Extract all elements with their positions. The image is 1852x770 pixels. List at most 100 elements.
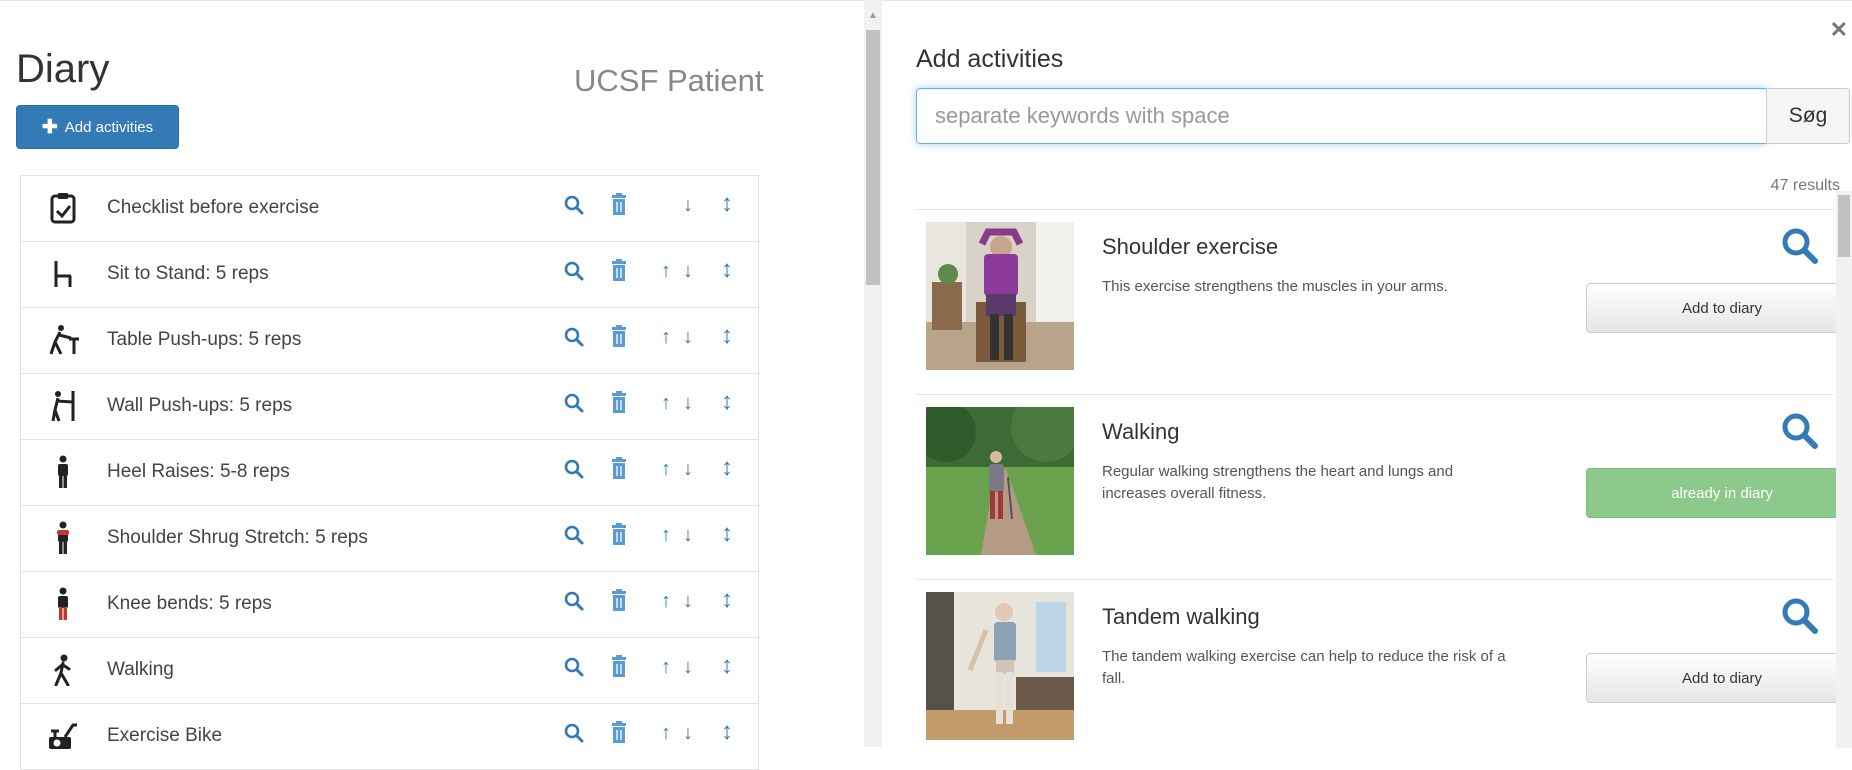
diary-item: Wall Push-ups: 5 reps ↑ ↓ ↕ [21,374,758,440]
chair-icon [45,256,81,292]
clipboard-icon [45,190,81,226]
move-up-icon[interactable]: ↑ [661,722,671,745]
search-icon[interactable] [563,326,585,353]
add-activities-modal: ✕ Add activities Søg 47 results Shoulder… [882,0,1852,748]
reorder-icon[interactable]: ↕ [721,586,733,614]
search-icon[interactable] [563,722,585,749]
result-description: This exercise strengthens the muscles in… [1102,278,1448,295]
trash-icon[interactable] [609,721,629,750]
move-down-icon[interactable]: ↓ [683,194,693,217]
search-icon[interactable] [563,458,585,485]
diary-item-label: Wall Push-ups: 5 reps [107,395,293,416]
search-icon[interactable] [563,590,585,617]
results-scrollbar[interactable] [1836,191,1852,748]
move-up-icon[interactable]: ↑ [661,524,671,547]
diary-item: Exercise Bike ↑ ↓ ↕ [21,704,758,770]
reorder-icon[interactable]: ↕ [721,652,733,680]
move-down-icon[interactable]: ↓ [683,524,693,547]
person-legs-icon [45,586,81,622]
person-icon [45,454,81,490]
move-up-icon[interactable]: ↑ [661,590,671,613]
search-icon[interactable] [563,524,585,551]
close-icon[interactable]: ✕ [1830,17,1848,43]
page-title: Diary [16,47,110,91]
search-icon[interactable] [563,260,585,287]
move-down-icon[interactable]: ↓ [683,656,693,679]
trash-icon[interactable] [609,193,629,222]
diary-item: Sit to Stand: 5 reps ↑ ↓ ↕ [21,242,758,308]
walking-icon [45,652,81,688]
exercise-photo [926,222,1074,370]
move-down-icon[interactable]: ↓ [683,590,693,613]
move-up-icon[interactable]: ↑ [661,656,671,679]
trash-icon[interactable] [609,655,629,684]
scrollbar-thumb[interactable] [866,30,880,285]
trash-icon[interactable] [609,259,629,288]
move-up-icon[interactable]: ↑ [661,260,671,283]
already-in-diary-button[interactable]: already in diary [1586,468,1852,518]
person-shoulder-icon [45,520,81,556]
search-icon[interactable] [563,392,585,419]
search-button[interactable]: Søg [1766,88,1850,144]
add-activities-button[interactable]: ✚ Add activities [16,105,179,149]
move-down-icon[interactable]: ↓ [683,260,693,283]
results-scrollbar-thumb[interactable] [1838,195,1850,257]
result-item: Tandem walking The tandem walking exerci… [916,579,1852,764]
diary-item-label: Checklist before exercise [107,197,320,218]
diary-panel: Diary UCSF Patient ✚ Add activities Chec… [0,0,864,770]
trash-icon[interactable] [609,391,629,420]
table-pushup-icon [45,322,81,358]
result-item: Shoulder exercise This exercise strength… [916,209,1852,394]
move-down-icon[interactable]: ↓ [683,458,693,481]
search-icon[interactable] [1780,411,1820,456]
scroll-up-icon[interactable]: ▲ [868,10,878,21]
result-item: Walking Regular walking strengthens the … [916,394,1852,579]
search-input[interactable] [916,88,1767,144]
search-icon[interactable] [1780,596,1820,641]
reorder-icon[interactable]: ↕ [721,388,733,416]
search-icon[interactable] [563,194,585,221]
results-count: 47 results [1770,177,1840,194]
trash-icon[interactable] [609,589,629,618]
search-icon[interactable] [1780,226,1820,271]
page-scrollbar[interactable]: ▲ [864,0,882,747]
exercise-photo [926,407,1074,555]
add-activities-label: Add activities [64,118,154,136]
result-title: Walking [1102,419,1180,444]
diary-item-label: Exercise Bike [107,725,223,746]
reorder-icon[interactable]: ↕ [721,454,733,482]
move-up-icon[interactable]: ↑ [661,458,671,481]
move-down-icon[interactable]: ↓ [683,392,693,415]
reorder-icon[interactable]: ↕ [721,322,733,350]
trash-icon[interactable] [609,457,629,486]
result-title: Shoulder exercise [1102,234,1279,259]
diary-list: Checklist before exercise ↓ ↕ Sit to Sta… [20,175,759,770]
results-list: Shoulder exercise This exercise strength… [916,209,1852,764]
diary-item-label: Walking [107,659,174,680]
move-up-icon[interactable]: ↑ [661,392,671,415]
diary-item-label: Shoulder Shrug Stretch: 5 reps [107,527,368,548]
diary-item-label: Heel Raises: 5-8 reps [107,461,290,482]
reorder-icon[interactable]: ↕ [721,256,733,284]
reorder-icon[interactable]: ↕ [721,520,733,548]
move-down-icon[interactable]: ↓ [683,326,693,349]
add-to-diary-button[interactable]: Add to diary [1586,283,1852,333]
diary-item: Heel Raises: 5-8 reps ↑ ↓ ↕ [21,440,758,506]
trash-icon[interactable] [609,325,629,354]
trash-icon[interactable] [609,523,629,552]
add-to-diary-button[interactable]: Add to diary [1586,653,1852,703]
bike-icon [45,718,81,754]
patient-name: UCSF Patient [574,63,764,98]
exercise-photo [926,592,1074,740]
reorder-icon[interactable]: ↕ [721,190,733,218]
diary-item: Table Push-ups: 5 reps ↑ ↓ ↕ [21,308,758,374]
reorder-icon[interactable]: ↕ [721,718,733,746]
result-title: Tandem walking [1102,604,1260,629]
plus-icon: ✚ [41,116,58,138]
move-down-icon[interactable]: ↓ [683,722,693,745]
search-icon[interactable] [563,656,585,683]
modal-title: Add activities [916,45,1064,73]
move-up-icon[interactable]: ↑ [661,326,671,349]
diary-item: Shoulder Shrug Stretch: 5 reps ↑ ↓ ↕ [21,506,758,572]
diary-item-label: Sit to Stand: 5 reps [107,263,269,284]
